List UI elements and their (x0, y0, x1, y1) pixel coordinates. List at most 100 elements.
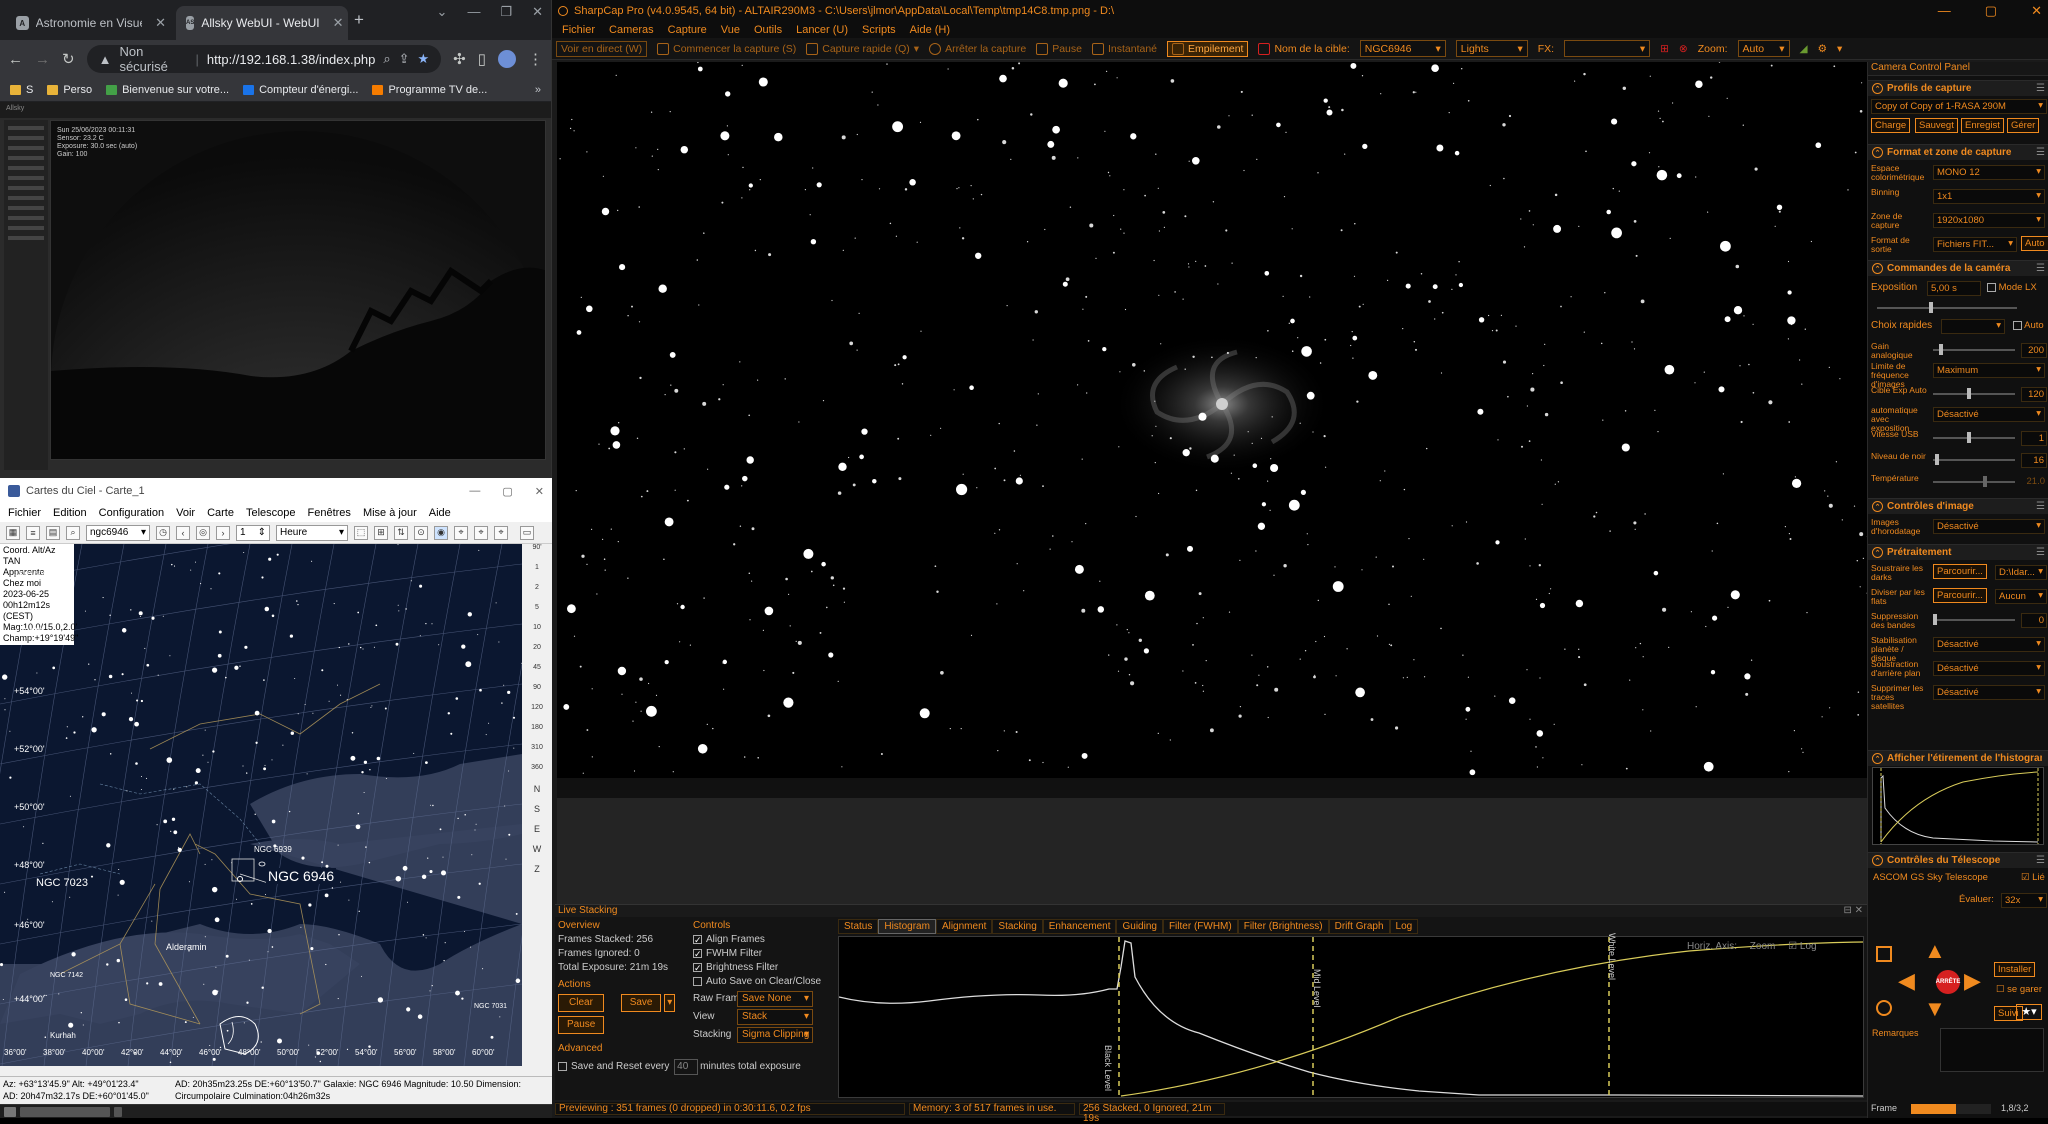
fov-scale-button[interactable]: 2 (524, 584, 550, 604)
quick-picks-select[interactable] (1941, 319, 2005, 334)
menu-item[interactable]: Vue (721, 24, 740, 36)
grid-icon[interactable]: ⊞ (374, 525, 388, 540)
object-label[interactable]: NGC 6939 (254, 845, 292, 854)
black-level-slider[interactable] (1933, 454, 2015, 465)
auto-button[interactable]: Auto (2021, 236, 2048, 251)
capture-area-select[interactable]: 1920x1080 (1933, 213, 2045, 228)
manage-profile-button[interactable]: Gérer (2007, 118, 2040, 133)
menu-item[interactable]: Configuration (99, 507, 164, 519)
target-icon[interactable]: ⊙ (414, 525, 428, 540)
stacking-option-checkbox[interactable]: FWHM Filter (693, 947, 833, 961)
star-icon[interactable]: ★ (418, 51, 430, 67)
close-icon[interactable]: ✕ (532, 4, 543, 20)
raw-frames-select[interactable]: Save None (737, 991, 813, 1007)
zoom-toggle[interactable]: Zoom (1750, 941, 1776, 952)
gain-slider[interactable] (1933, 344, 2015, 355)
calendar-icon[interactable]: ▦ (6, 525, 20, 540)
stop-capture-button[interactable]: Arrêter la capture (929, 42, 1026, 55)
direction-button[interactable]: E (524, 824, 550, 844)
slew-north-icon[interactable]: ▲ (1924, 940, 1946, 962)
start-capture-button[interactable]: Commencer la capture (S) (657, 42, 796, 55)
tab-log[interactable]: Log (1389, 919, 1419, 934)
install-button[interactable]: Installer (1994, 962, 2036, 977)
usb-speed-input[interactable]: 1 (2021, 431, 2047, 446)
browse-flat-button[interactable]: Parcourir... (1933, 588, 1987, 603)
tab-enhancement[interactable]: Enhancement (1042, 919, 1117, 934)
slew-south-icon[interactable]: ▼ (1924, 998, 1946, 1020)
slider-thumb[interactable] (1967, 388, 1971, 399)
pause-button[interactable]: Pause (1036, 42, 1082, 55)
fov-scale-button[interactable]: 5 (524, 604, 550, 624)
fx-select[interactable]: ▾ (1564, 40, 1651, 57)
section-image[interactable]: ⌃ Contrôles d'image ☰ (1868, 498, 2048, 514)
browse-dark-button[interactable]: Parcourir... (1933, 564, 1987, 579)
tab-guiding[interactable]: Guiding (1116, 919, 1163, 934)
minimize-icon[interactable]: — (1938, 3, 1951, 19)
close-icon[interactable]: ✕ (155, 15, 166, 31)
park-checkbox[interactable]: ☐ se garer (1996, 984, 2042, 995)
telescope-icon[interactable]: ⌖ (454, 525, 468, 540)
reload-icon[interactable]: ↻ (62, 50, 75, 68)
direction-button[interactable]: N (524, 784, 550, 804)
remarks-textarea[interactable] (1940, 1028, 2044, 1072)
slider-thumb[interactable] (1967, 432, 1971, 443)
sky-chart[interactable]: Coord. Alt/Az TAN Apparente Chez moi 202… (0, 544, 522, 1066)
flip-icon[interactable]: ⇅ (394, 525, 408, 540)
gain-input[interactable]: 200 (2021, 343, 2047, 358)
tab-stacking[interactable]: Stacking (992, 919, 1043, 934)
settings-icon[interactable]: ⚙ (1818, 43, 1827, 55)
save-button[interactable]: Save (620, 994, 662, 1012)
bookmark-item[interactable]: Perso (47, 84, 92, 96)
direction-button[interactable]: S (524, 804, 550, 824)
target-label[interactable]: NGC 6946 (266, 868, 337, 884)
webui-sidebar[interactable] (4, 120, 48, 470)
fov-scale-button[interactable]: 120 (524, 704, 550, 724)
chevron-down-icon[interactable]: ▾ (1837, 43, 1842, 55)
close-icon[interactable]: ✕ (535, 485, 544, 498)
output-format-select[interactable]: Fichiers FIT... (1933, 237, 2017, 252)
frame-type-select[interactable]: Lights ▾ (1455, 40, 1528, 57)
chevron-right-icon[interactable]: » (535, 84, 541, 96)
share-icon[interactable]: ⇪ (399, 51, 410, 67)
fov-scale-button[interactable]: 180 (524, 724, 550, 744)
telescope-icon[interactable]: ⌖ (474, 525, 488, 540)
direction-button[interactable]: W (524, 844, 550, 864)
menu-item[interactable]: Telescope (246, 507, 296, 519)
clear-button[interactable]: Clear (558, 994, 604, 1012)
auto-target-slider[interactable] (1933, 388, 2015, 399)
black-level-input[interactable]: 16 (2021, 453, 2047, 468)
search-icon[interactable]: ⌕ (383, 51, 390, 67)
saveas-profile-button[interactable]: Enregist (1961, 118, 2004, 133)
close-icon[interactable]: ✕ (333, 15, 344, 31)
exposure-slider[interactable] (1877, 302, 2017, 313)
quick-capture-button[interactable]: Capture rapide (Q) ▾ (806, 42, 919, 55)
fps-limit-select[interactable]: Maximum (1933, 363, 2045, 378)
back-icon[interactable]: ← (8, 51, 23, 68)
satellite-select[interactable]: Désactivé (1933, 685, 2045, 700)
slider-thumb[interactable] (1935, 454, 1939, 465)
section-histogram[interactable]: ⌃ Afficher l'étirement de l'histogramme (1868, 750, 2048, 766)
save-reset-checkbox[interactable] (558, 1061, 567, 1071)
grid-icon[interactable]: ⊞ (1660, 43, 1669, 55)
mode-lx-checkbox[interactable]: Mode LX (1987, 282, 2037, 293)
fov-scale-button[interactable]: 20 (524, 644, 550, 664)
save-profile-button[interactable]: Sauvegt (1915, 118, 1958, 133)
auto-exposure-select[interactable]: Désactivé (1933, 407, 2045, 422)
menu-item[interactable]: Scripts (862, 24, 896, 36)
slew-east-icon[interactable]: ▶ (1964, 970, 1981, 992)
fov-scale-button[interactable]: 310 (524, 744, 550, 764)
menu-item[interactable]: Fichier (562, 24, 595, 36)
menu-item[interactable]: Outils (754, 24, 782, 36)
abort-slew-button[interactable]: ARRÊTE (1936, 970, 1960, 994)
section-format[interactable]: ⌃ Format et zone de capture ☰ (1868, 144, 2048, 160)
menu-item[interactable]: Aide (429, 507, 451, 519)
goto-icon[interactable] (1876, 946, 1892, 962)
telescope-icon[interactable]: ⌖ (494, 525, 508, 540)
fov-scale-button[interactable]: 90 (524, 684, 550, 704)
clock-icon[interactable]: ◷ (156, 525, 170, 540)
maximize-icon[interactable]: ❐ (500, 4, 512, 20)
search-icon[interactable]: ⌕ (66, 525, 80, 540)
fov-scale-button[interactable]: 45 (524, 664, 550, 684)
object-label[interactable]: NGC 7031 (474, 1003, 507, 1010)
flat-select[interactable]: Aucun (1995, 589, 2047, 604)
